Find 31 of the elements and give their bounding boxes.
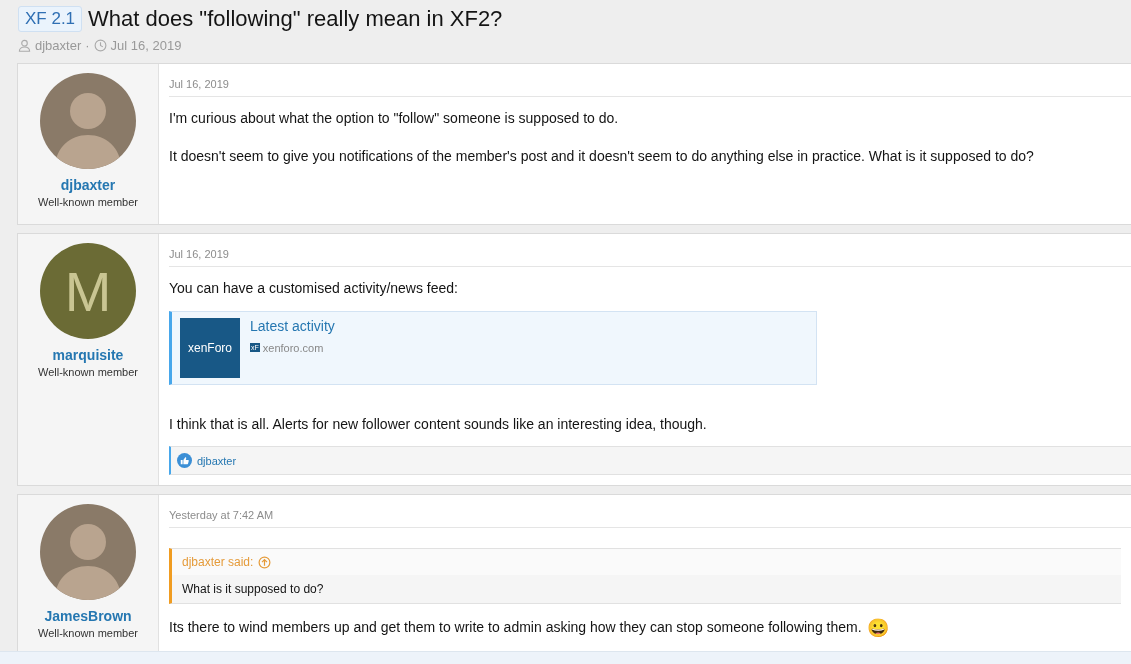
post-text: Its there to wind members up and get them to write to admin asking how they can stop someone following them. 😀 — [169, 617, 890, 641]
post-text: It doesn't seem to give you notifications of the member's post and it doesn't seem to do anything else in practice. What is it supposed to do? — [169, 146, 1035, 166]
username-link[interactable]: marquisite — [52, 347, 124, 363]
preview-domain: xenforo.com — [262, 341, 324, 354]
post-text: I think that is all. Alerts for new follower content sounds like an interesting idea, though. — [169, 414, 708, 434]
user-title: Well-known member — [37, 366, 139, 378]
letter-avatar[interactable]: M — [40, 243, 136, 339]
jump-up-icon[interactable] — [258, 555, 272, 569]
user-title: Well-known member — [37, 627, 139, 640]
post-date-link[interactable]: Jul 16, 2019 — [169, 248, 229, 260]
user-icon — [18, 39, 31, 52]
post-date-link[interactable]: Jul 16, 2019 — [169, 78, 229, 90]
quote-text: What is it supposed to do? — [181, 581, 325, 599]
username-link[interactable]: djbaxter — [60, 177, 116, 193]
like-icon — [177, 453, 192, 469]
username-link[interactable]: JamesBrown — [44, 608, 132, 625]
separator-dot: · — [85, 38, 90, 53]
thread-prefix-label[interactable]: XF 2.1 — [18, 6, 83, 32]
grinning-emoji-icon: 😀 — [866, 618, 889, 639]
thread-title: What does "following" really mean in XF2? — [88, 6, 503, 32]
post-text: I'm curious about what the option to "follow" someone is supposed to do. — [169, 109, 620, 128]
thread-author-link[interactable]: djbaxter — [35, 38, 82, 53]
reaction-user-link[interactable]: djbaxter — [197, 454, 237, 467]
clock-icon — [93, 39, 107, 52]
preview-title-link[interactable]: Latest activity — [250, 317, 335, 334]
site-logo: xenForo — [180, 317, 240, 378]
user-title: Well-known member — [37, 196, 139, 208]
quote-author-link[interactable]: djbaxter said: — [182, 555, 254, 570]
post-text: You can have a customised activity/news feed: — [169, 279, 459, 298]
post-date-link[interactable]: Yesterday at 7:42 AM — [169, 509, 274, 522]
thread-date-link[interactable]: Jul 16, 2019 — [110, 38, 182, 53]
